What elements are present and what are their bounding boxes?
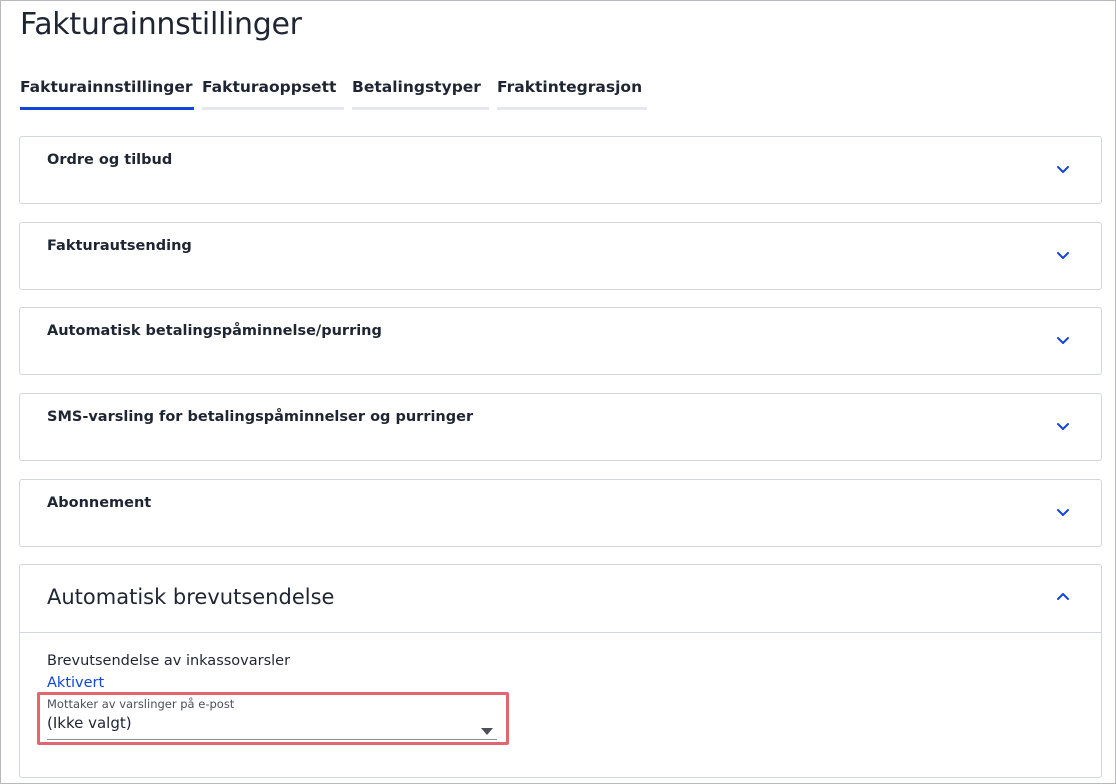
section-header[interactable]: Ordre og tilbud (20, 137, 1101, 203)
section-header[interactable]: SMS-varsling for betalingspåminnelser og… (20, 394, 1101, 460)
tab-underline-active (20, 107, 194, 110)
section-header[interactable]: Fakturautsending (20, 223, 1101, 289)
chevron-down-icon[interactable] (1055, 418, 1071, 434)
inkassovarsler-label: Brevutsendelse av inkassovarsler (47, 653, 291, 669)
chevron-up-icon[interactable] (1055, 589, 1071, 605)
chevron-down-icon[interactable] (1055, 504, 1071, 520)
section-sms-varsling: SMS-varsling for betalingspåminnelser og… (19, 393, 1102, 461)
section-automatisk-brevutsendelse: Automatisk brevutsendelse Brevutsendelse… (19, 564, 1102, 778)
tab-underline (202, 107, 344, 110)
tab-label: Betalingstyper (352, 78, 481, 96)
section-body: Brevutsendelse av inkassovarsler Aktiver… (20, 633, 1101, 778)
tab-fakturaoppsett[interactable]: Fakturaoppsett (202, 75, 344, 111)
section-header[interactable]: Automatisk brevutsendelse (20, 565, 1101, 633)
caret-down-icon[interactable] (481, 720, 493, 735)
section-title: SMS-varsling for betalingspåminnelser og… (47, 409, 474, 425)
settings-window: Fakturainnstillinger Fakturainnstillinge… (0, 0, 1116, 784)
section-title: Ordre og tilbud (47, 152, 173, 168)
chevron-down-icon[interactable] (1055, 247, 1071, 263)
section-title: Automatisk brevutsendelse (47, 585, 335, 609)
section-fakturautsending: Fakturautsending (19, 222, 1102, 290)
section-title: Fakturautsending (47, 238, 192, 254)
tab-underline (352, 107, 489, 110)
section-title: Automatisk betalingspåminnelse/purring (47, 323, 382, 339)
tab-betalingstyper[interactable]: Betalingstyper (352, 75, 489, 111)
section-automatisk-betalingspaminnelse: Automatisk betalingspåminnelse/purring (19, 307, 1102, 375)
select-underline (47, 739, 497, 740)
section-header[interactable]: Automatisk betalingspåminnelse/purring (20, 308, 1101, 374)
tab-fraktintegrasjon[interactable]: Fraktintegrasjon (497, 75, 647, 111)
section-abonnement: Abonnement (19, 479, 1102, 547)
section-title: Abonnement (47, 495, 152, 511)
email-recipient-select[interactable]: Mottaker av varslinger på e-post (Ikke v… (47, 697, 497, 741)
tab-underline (497, 107, 647, 110)
select-label: Mottaker av varslinger på e-post (47, 697, 235, 711)
chevron-down-icon[interactable] (1055, 161, 1071, 177)
aktivert-link[interactable]: Aktivert (47, 675, 104, 691)
tab-label: Fakturaoppsett (202, 78, 337, 96)
page-title: Fakturainnstillinger (20, 7, 302, 42)
select-value: (Ikke valgt) (47, 714, 132, 732)
section-ordre-og-tilbud: Ordre og tilbud (19, 136, 1102, 204)
chevron-down-icon[interactable] (1055, 332, 1071, 348)
tab-fakturainnstillinger[interactable]: Fakturainnstillinger (20, 75, 194, 111)
tab-label: Fakturainnstillinger (20, 78, 193, 96)
tab-label: Fraktintegrasjon (497, 78, 643, 96)
section-header[interactable]: Abonnement (20, 480, 1101, 546)
